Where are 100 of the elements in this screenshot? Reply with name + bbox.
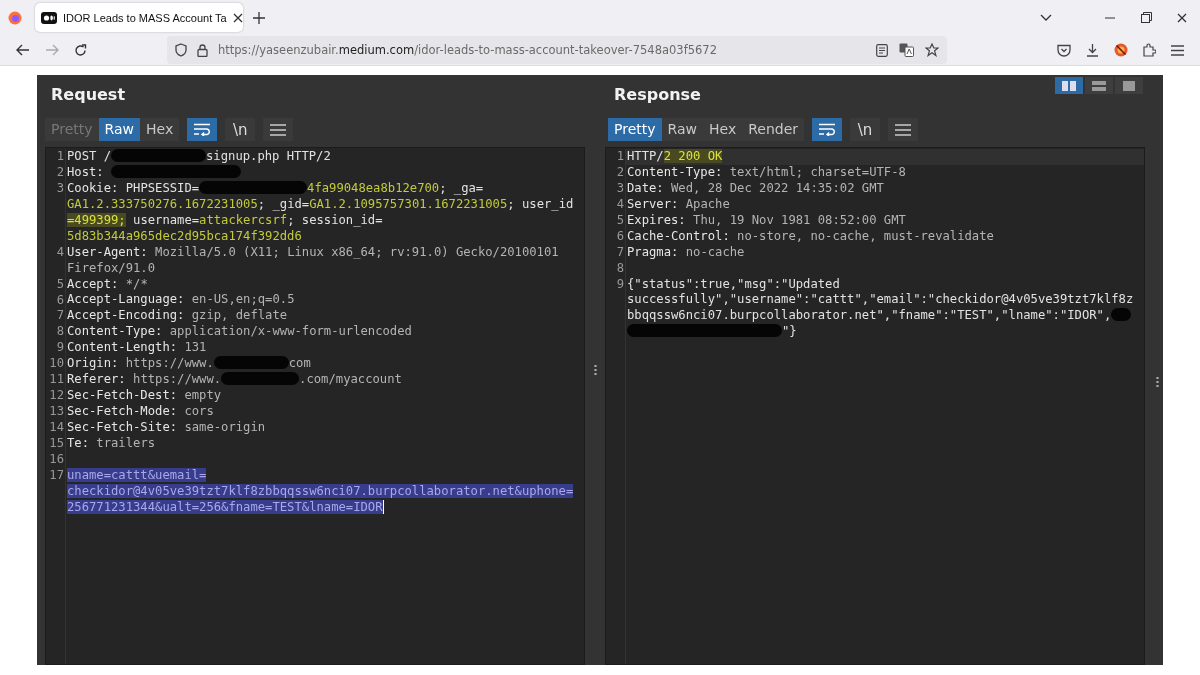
address-bar[interactable]: https://yaseenzubair.medium.com/idor-leads-to-mass-account-takeover-7548a03f5672 — [167, 36, 947, 64]
line-number: 14 — [48, 420, 65, 436]
newline-toggle[interactable]: \n — [850, 118, 880, 141]
code-text: ; session_id= — [287, 212, 383, 227]
site-logo-icon — [41, 11, 57, 24]
line-number: 15 — [48, 435, 65, 452]
code-text: https://www. — [133, 372, 222, 387]
line-number: 6 — [55, 292, 65, 309]
line-number: 1 — [615, 149, 625, 165]
code-text: Sec-Fetch-Mode: — [67, 404, 179, 418]
line-number: 6 — [615, 228, 625, 245]
code-text: com — [288, 356, 311, 371]
wrap-lines-icon[interactable] — [187, 118, 218, 141]
reader-view-icon[interactable] — [876, 43, 888, 57]
code-text: Firefox/91.0 — [67, 260, 156, 275]
code-text: Referer: — [67, 372, 127, 387]
code-text: en-US,en;q=0.5 — [191, 292, 295, 307]
line-number: 9 — [55, 340, 65, 357]
code-text: no-store, no-cache, must-revalidate — [737, 228, 994, 243]
stacked-layout-icon[interactable] — [1085, 77, 1113, 94]
view-tab[interactable]: Hex — [703, 118, 743, 141]
view-tab[interactable]: Hex — [140, 118, 180, 141]
code-text: Accept-Encoding: — [67, 308, 186, 323]
code-text: {"status":true,"msg":"Updated — [627, 276, 840, 291]
scroll-handle[interactable] — [1156, 376, 1159, 388]
newline-toggle[interactable]: \n — [225, 118, 256, 141]
code-text: ; _gid= — [257, 196, 310, 211]
code-text: ; _ga= — [439, 180, 484, 195]
line-number: 4 — [55, 244, 65, 261]
code-text: bbqqssw6nci07.burpcollaborator.net","fname":"TEST","lname":"IDOR", — [627, 308, 1112, 323]
code-text: checkidor@4v05ve39tzt7klf8zbbqqssw6nci07.burpcollaborator.net&uphone= — [67, 483, 574, 498]
code-text: Cookie: — [67, 180, 120, 195]
code-editor[interactable] — [45, 147, 585, 665]
side-by-side-layout-icon[interactable] — [1055, 77, 1083, 94]
wrap-lines-icon[interactable] — [812, 118, 842, 141]
code-text: Cache-Control: — [627, 228, 731, 243]
code-text: Content-Type: — [67, 324, 164, 339]
code-text: text/html; charset=UTF-8 — [729, 164, 906, 179]
code-text: empty — [184, 388, 222, 403]
code-text: 131 — [184, 340, 207, 355]
line-number: 5 — [615, 212, 625, 229]
splitter-handle[interactable] — [593, 364, 597, 376]
code-text: no-cache — [685, 244, 745, 259]
code-text: Expires: — [627, 212, 687, 227]
line-number: 9 — [615, 276, 625, 293]
code-text: Accept-Language: — [67, 292, 186, 307]
line-number: 5 — [55, 276, 65, 293]
view-tab[interactable]: Raw — [661, 118, 703, 141]
code-text: Date: — [627, 180, 665, 195]
code-text: Wed, 28 Dec 2022 14:35:02 GMT — [671, 180, 884, 195]
line-number: 16 — [48, 451, 65, 468]
code-text: Content-Type: — [627, 164, 724, 179]
redaction-mark — [1111, 308, 1132, 322]
line-number: 3 — [615, 180, 625, 197]
line-number: 8 — [615, 260, 625, 277]
code-text: Sec-Fetch-Site: — [67, 419, 179, 434]
line-number: 2 — [55, 164, 65, 181]
code-text: Server: — [627, 196, 680, 211]
code-text: User-Agent: — [67, 244, 149, 259]
menu-icon[interactable] — [263, 118, 294, 141]
new-tab-icon[interactable] — [253, 11, 265, 24]
browser-tab[interactable]: IDOR Leads to MASS Account Ta — [35, 3, 243, 32]
translate-icon[interactable] — [899, 43, 914, 57]
code-editor[interactable] — [605, 147, 1145, 665]
code-text: Apache — [685, 196, 730, 211]
lock-icon[interactable] — [197, 43, 208, 57]
code-text: same-origin — [184, 419, 266, 434]
code-text: 4fa99048ea8b12e700 — [307, 180, 440, 195]
menu-icon[interactable] — [888, 118, 918, 141]
line-number: 4 — [615, 196, 625, 213]
panel-title: Request — [50, 84, 126, 106]
code-text: Accept: — [67, 276, 120, 291]
code-text: signup.php HTTP/2 — [206, 149, 331, 163]
view-tab[interactable]: Raw — [98, 118, 140, 141]
code-text: trailers — [96, 435, 156, 450]
single-pane-layout-icon[interactable] — [1115, 77, 1143, 94]
bookmark-star-icon[interactable] — [925, 43, 939, 57]
line-number: 13 — [48, 404, 65, 420]
line-number: 10 — [48, 356, 65, 373]
code-text: uname=cattt&uemail= — [67, 467, 207, 482]
code-text: 256771231344&ualt=256&fname=TEST&lname=IDOR — [67, 499, 383, 514]
view-tab[interactable]: Pretty — [608, 118, 662, 141]
code-text: Pragma: — [627, 244, 680, 259]
code-text: attackercsrf — [199, 212, 288, 227]
view-tab[interactable]: Render — [742, 118, 804, 141]
code-text: Mozilla/5.0 (X11; Linux x86_64; rv:91.0) Gecko/20100101 — [155, 244, 559, 259]
line-number: 11 — [48, 372, 65, 389]
code-text: ; user_id — [507, 196, 574, 211]
close-tab-icon[interactable] — [232, 12, 243, 23]
line-number: 8 — [55, 324, 65, 341]
shield-icon[interactable] — [175, 43, 187, 57]
code-text: Thu, 19 Nov 1981 08:52:00 GMT — [693, 212, 906, 227]
code-text: username= — [132, 212, 200, 227]
code-text: successfully","username":"cattt","email":"checkidor@4v05ve39tzt7klf8z — [627, 292, 1134, 307]
line-number: 7 — [615, 244, 625, 261]
line-number: 12 — [48, 388, 65, 405]
line-number: 7 — [55, 308, 65, 325]
code-text: PHPSESSID= — [125, 180, 200, 195]
code-text: Origin: — [67, 356, 120, 371]
panel-title: Response — [613, 84, 701, 106]
